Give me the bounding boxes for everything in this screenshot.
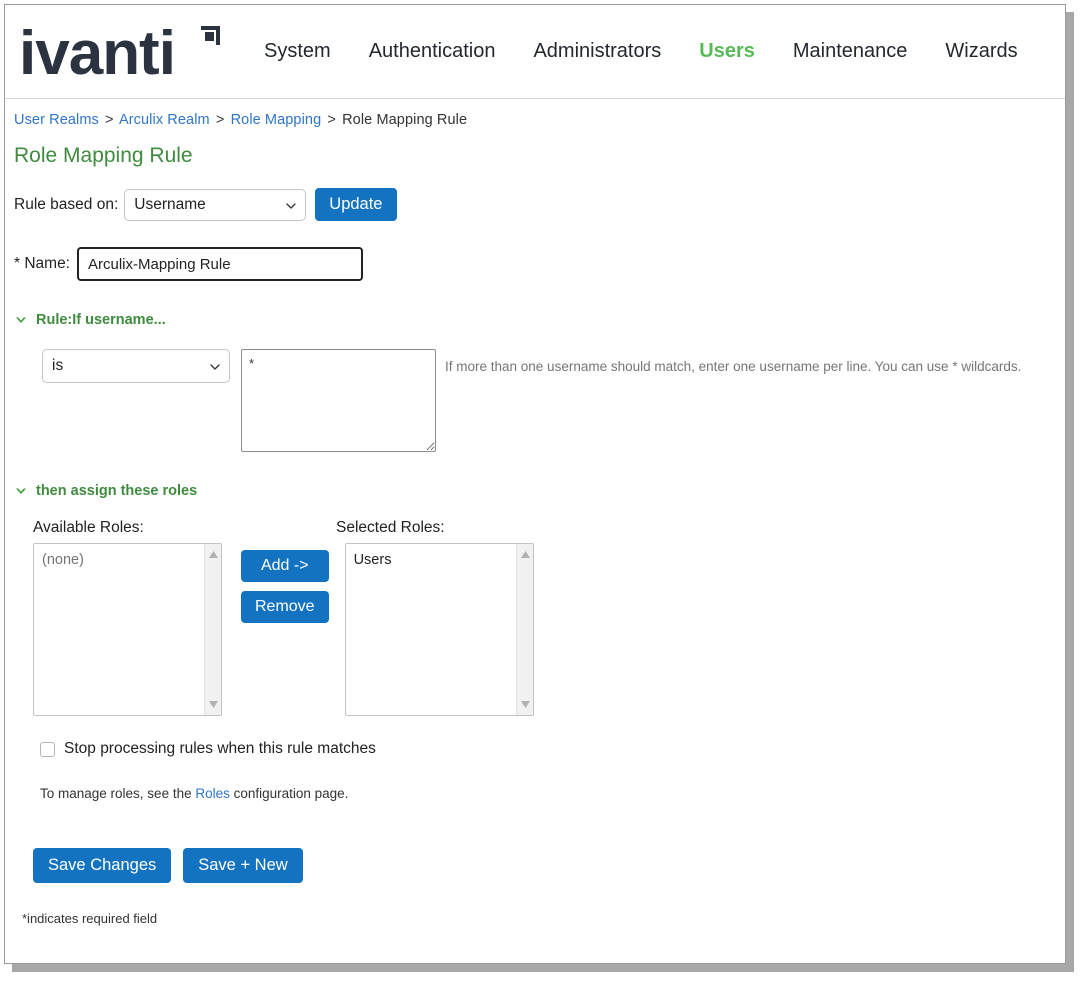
available-roles-label: Available Roles: — [33, 519, 144, 536]
breadcrumb-current: Role Mapping Rule — [342, 112, 468, 128]
roles-transfer-buttons: Add -> Remove — [241, 550, 329, 623]
rule-section-header[interactable]: Rule:If username... — [14, 312, 1065, 328]
breadcrumb-separator: > — [327, 112, 336, 128]
nav-item-authentication[interactable]: Authentication — [369, 40, 496, 63]
triangle-down-icon[interactable] — [208, 700, 219, 709]
available-roles-scrollbar[interactable] — [204, 544, 221, 715]
selected-roles-listbox[interactable]: Users — [344, 543, 534, 716]
nav-item-wizards[interactable]: Wizards — [945, 40, 1017, 63]
rule-condition-row: is * If more than one username should ma… — [14, 349, 1065, 452]
page-title: Role Mapping Rule — [14, 144, 193, 167]
breadcrumb-link-role-mapping[interactable]: Role Mapping — [231, 112, 322, 128]
stop-processing-label[interactable]: Stop processing rules when this rule mat… — [64, 740, 376, 758]
nav-item-system[interactable]: System — [264, 40, 331, 63]
selected-roles-label: Selected Roles: — [336, 519, 445, 536]
breadcrumb: User Realms > Arculix Realm > Role Mappi… — [14, 99, 1065, 128]
required-field-note: *indicates required field — [22, 911, 158, 926]
nav-item-users[interactable]: Users — [699, 40, 755, 63]
stop-processing-checkbox[interactable] — [40, 741, 55, 757]
condition-select[interactable]: is — [42, 349, 230, 383]
roles-picker-grid: (none) Add -> Remove Users — [33, 543, 1065, 716]
rule-based-on-select-wrap: Username — [118, 188, 307, 221]
breadcrumb-separator: > — [215, 112, 225, 128]
name-row: * Name: — [14, 247, 1065, 281]
breadcrumb-separator: > — [105, 112, 114, 128]
save-new-button[interactable]: Save + New — [183, 848, 303, 883]
roles-section-title: then assign these roles — [36, 483, 198, 499]
rule-help-text: If more than one username should match, … — [445, 359, 1022, 374]
rule-based-on-row: Rule based on: Username Update — [14, 188, 1065, 221]
name-label: * Name: — [14, 255, 70, 272]
manage-roles-note: To manage roles, see the Roles configura… — [14, 786, 1065, 801]
roles-config-link[interactable]: Roles — [195, 786, 230, 801]
rule-based-on-label: Rule based on: — [14, 195, 119, 213]
selected-roles-items: Users — [346, 544, 516, 715]
save-changes-button[interactable]: Save Changes — [33, 848, 172, 883]
footer-actions: Save Changes Save + New — [14, 848, 1065, 883]
rule-section-title: Rule:If username... — [36, 312, 166, 328]
manage-roles-note-prefix: To manage roles, see the — [40, 786, 196, 801]
nav-item-administrators[interactable]: Administrators — [533, 40, 661, 63]
roles-picker: Available Roles: Selected Roles: (none) — [14, 519, 1065, 716]
chevron-down-icon — [14, 484, 28, 498]
logo-corner-mark-icon — [201, 25, 220, 45]
breadcrumb-link-user-realms[interactable]: User Realms — [14, 112, 99, 128]
triangle-up-icon[interactable] — [208, 550, 219, 559]
triangle-down-icon[interactable] — [520, 700, 531, 709]
roles-section-header[interactable]: then assign these roles — [14, 483, 1065, 499]
application-window: ivanti System Authentication Administrat… — [4, 4, 1066, 964]
main-nav-links: System Authentication Administrators Use… — [264, 40, 1018, 63]
roles-picker-labels: Available Roles: Selected Roles: — [33, 519, 1065, 537]
ivanti-logo[interactable]: ivanti — [19, 18, 224, 88]
update-button[interactable]: Update — [315, 188, 397, 221]
condition-select-wrap: is — [42, 349, 230, 383]
manage-roles-note-suffix: configuration page. — [229, 786, 349, 801]
top-navigation-bar: ivanti System Authentication Administrat… — [5, 5, 1065, 99]
list-item[interactable]: (none) — [42, 551, 196, 570]
available-roles-items: (none) — [34, 544, 204, 715]
chevron-down-icon — [14, 313, 28, 327]
available-roles-listbox[interactable]: (none) — [33, 543, 222, 716]
usernames-textarea[interactable]: * — [241, 349, 436, 452]
stop-processing-row: Stop processing rules when this rule mat… — [14, 740, 1065, 758]
remove-role-button[interactable]: Remove — [241, 591, 329, 623]
selected-roles-scrollbar[interactable] — [515, 544, 533, 715]
rule-based-on-select[interactable]: Username — [124, 188, 307, 221]
list-item[interactable]: Users — [354, 551, 508, 570]
brand-wordmark: ivanti — [19, 18, 176, 88]
triangle-up-icon[interactable] — [520, 550, 531, 559]
page-content: User Realms > Arculix Realm > Role Mappi… — [5, 99, 1065, 926]
add-role-button[interactable]: Add -> — [241, 550, 329, 582]
nav-item-maintenance[interactable]: Maintenance — [793, 40, 908, 63]
name-input[interactable] — [77, 247, 363, 281]
breadcrumb-link-arculix-realm[interactable]: Arculix Realm — [119, 112, 210, 128]
